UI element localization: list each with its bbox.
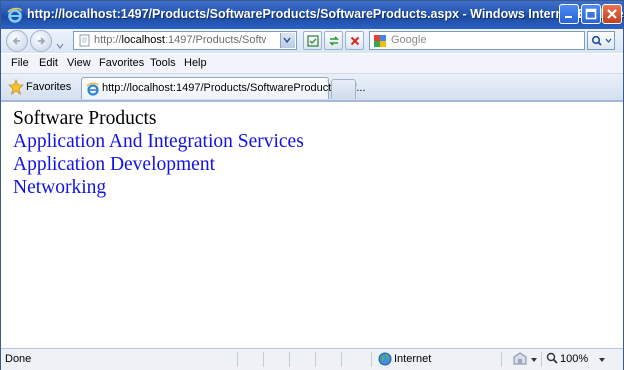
refresh-button[interactable] bbox=[324, 31, 343, 50]
menu-bar: File Edit View Favorites Tools Help bbox=[1, 54, 623, 74]
recent-pages-dropdown[interactable] bbox=[56, 37, 64, 49]
address-dropdown-button[interactable] bbox=[280, 33, 295, 48]
close-button[interactable] bbox=[602, 4, 622, 24]
menu-view[interactable]: View bbox=[67, 57, 91, 69]
status-text: Done bbox=[5, 353, 32, 365]
back-button[interactable] bbox=[6, 30, 28, 52]
google-icon bbox=[373, 34, 387, 48]
status-divider bbox=[501, 352, 502, 367]
ie-page-icon bbox=[86, 82, 99, 96]
back-arrow-icon bbox=[12, 37, 20, 45]
magnifier-zoom-icon[interactable] bbox=[546, 352, 559, 366]
chevron-down-icon bbox=[283, 37, 291, 44]
status-divider bbox=[289, 352, 290, 367]
title-bar: http://localhost:1497/Products/SoftwareP… bbox=[1, 1, 624, 29]
status-divider bbox=[315, 352, 316, 367]
favorites-tab-bar: Favorites http://localhost:1497/Products… bbox=[1, 74, 623, 102]
menu-favorites[interactable]: Favorites bbox=[99, 57, 144, 69]
close-icon bbox=[607, 9, 617, 19]
search-button[interactable] bbox=[587, 31, 615, 50]
url-rest: :1497/Products/SoftwareProdu bbox=[164, 34, 266, 46]
status-divider bbox=[541, 352, 542, 367]
url-host: localhost bbox=[121, 34, 165, 46]
favorites-label: Favorites bbox=[26, 81, 72, 93]
favorites-button[interactable]: Favorites bbox=[6, 77, 72, 97]
status-divider bbox=[263, 352, 264, 367]
globe-icon bbox=[378, 352, 392, 366]
menu-file[interactable]: File bbox=[11, 57, 29, 69]
compatibility-icon bbox=[307, 35, 319, 47]
page-heading: Software Products bbox=[13, 108, 157, 129]
forward-arrow-icon bbox=[38, 37, 46, 45]
browser-window: http://localhost:1497/Products/SoftwareP… bbox=[0, 0, 624, 370]
menu-tools[interactable]: Tools bbox=[150, 57, 176, 69]
status-bar: Done Internet 100% bbox=[1, 348, 623, 370]
status-divider bbox=[341, 352, 342, 367]
search-placeholder: Google bbox=[391, 34, 427, 46]
menu-edit[interactable]: Edit bbox=[39, 57, 58, 69]
page-icon bbox=[78, 34, 91, 47]
page-content: Software Products Application And Integr… bbox=[1, 102, 623, 348]
url-prefix: http:// bbox=[94, 34, 122, 46]
window-title: http://localhost:1497/Products/SoftwareP… bbox=[27, 7, 624, 21]
zoom-level[interactable]: 100% bbox=[560, 353, 588, 365]
minimize-button[interactable] bbox=[559, 4, 579, 24]
stop-icon bbox=[350, 36, 360, 46]
search-input[interactable]: Google bbox=[369, 31, 585, 50]
link-application-development[interactable]: Application Development bbox=[13, 154, 215, 176]
menu-help[interactable]: Help bbox=[184, 57, 207, 69]
chevron-down-icon[interactable] bbox=[598, 357, 606, 363]
browser-tab[interactable]: http://localhost:1497/Products/SoftwareP… bbox=[81, 77, 366, 99]
address-input[interactable]: http://localhost:1497/Products/SoftwareP… bbox=[73, 31, 297, 50]
maximize-icon bbox=[585, 8, 597, 20]
navigation-bar: http://localhost:1497/Products/SoftwareP… bbox=[1, 29, 623, 53]
protected-mode-icon[interactable] bbox=[512, 352, 528, 366]
minimize-icon bbox=[565, 16, 572, 18]
chevron-down-icon bbox=[56, 43, 64, 49]
new-tab-button[interactable] bbox=[331, 79, 356, 99]
compatibility-view-button[interactable] bbox=[303, 31, 322, 50]
refresh-icon bbox=[329, 36, 339, 46]
tab-title: http://localhost:1497/Products/SoftwareP… bbox=[102, 82, 366, 94]
forward-button[interactable] bbox=[30, 30, 52, 52]
link-application-and-integration-services[interactable]: Application And Integration Services bbox=[13, 131, 304, 153]
magnifier-icon bbox=[591, 35, 612, 46]
status-divider bbox=[371, 352, 372, 367]
address-text: http://localhost:1497/Products/SoftwareP… bbox=[94, 34, 266, 46]
security-zone-label: Internet bbox=[394, 353, 432, 365]
maximize-button[interactable] bbox=[581, 4, 601, 24]
chevron-down-icon[interactable] bbox=[530, 357, 538, 363]
ie-logo-icon bbox=[7, 7, 23, 23]
stop-button[interactable] bbox=[345, 31, 364, 50]
link-networking[interactable]: Networking bbox=[13, 177, 106, 199]
star-icon bbox=[8, 79, 24, 95]
status-divider bbox=[237, 352, 238, 367]
